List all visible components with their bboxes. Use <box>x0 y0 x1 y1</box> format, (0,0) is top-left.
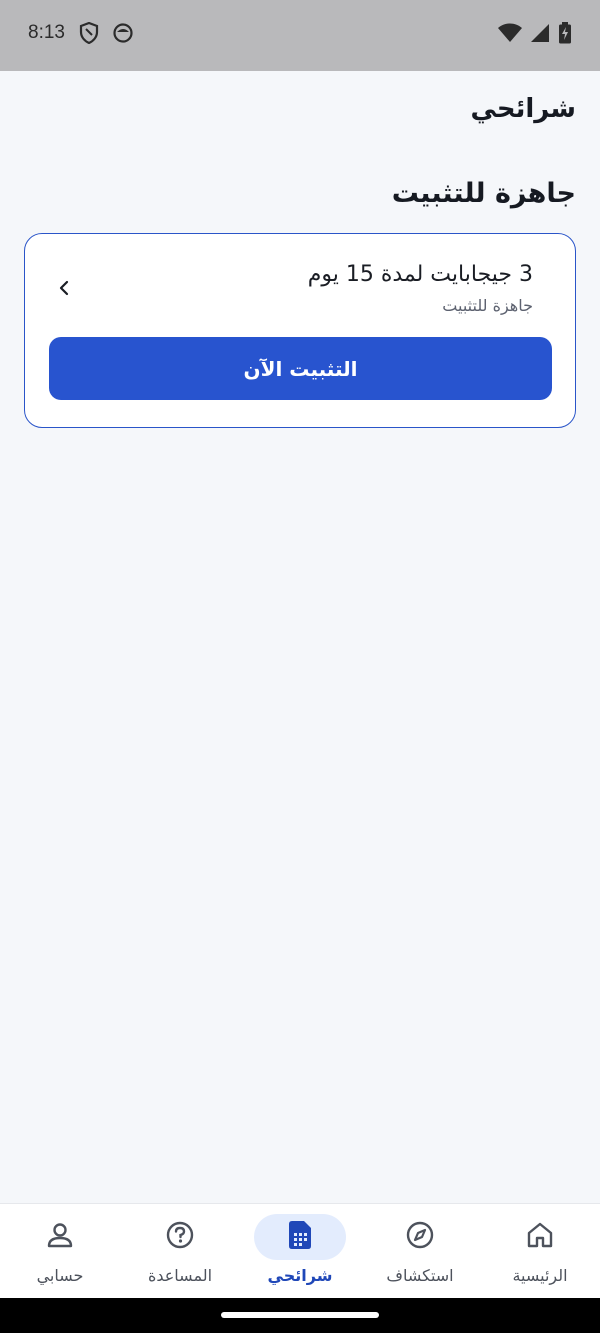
nav-label-my-esims: شرائحي <box>267 1266 333 1285</box>
esim-card[interactable]: 3 جيجابايت لمدة 15 يوم جاهزة للتثبيت الت… <box>24 233 576 428</box>
gesture-area <box>0 1298 600 1333</box>
esim-status: جاهزة للتثبيت <box>442 296 533 315</box>
screen: 8:13 شرائحي جاهزة للتثبيت 3 جيجابايت لمد… <box>0 0 600 1333</box>
nav-item-account[interactable]: حسابي <box>0 1204 120 1299</box>
status-time: 8:13 <box>28 22 65 43</box>
nav-item-my-esims[interactable]: شرائحي <box>240 1204 360 1299</box>
shield-icon <box>79 22 99 44</box>
wifi-icon <box>498 23 522 43</box>
help-icon <box>165 1220 195 1254</box>
home-icon <box>525 1220 555 1254</box>
status-bar: 8:13 <box>0 0 600 71</box>
battery-icon <box>558 22 572 44</box>
signal-icon <box>530 23 550 43</box>
bottom-nav: الرئيسية استكشاف شرائحي المساعدة حسابي <box>0 1203 600 1298</box>
nav-item-help[interactable]: المساعدة <box>120 1204 240 1299</box>
nav-label-account: حسابي <box>36 1266 84 1285</box>
nav-icon-wrap <box>14 1214 106 1260</box>
home-gesture-handle[interactable] <box>221 1312 379 1318</box>
nav-icon-wrap <box>494 1214 586 1260</box>
nav-label-explore: استكشاف <box>386 1266 454 1285</box>
nav-item-home[interactable]: الرئيسية <box>480 1204 600 1299</box>
compass-icon <box>405 1220 435 1254</box>
nav-icon-wrap-active <box>254 1214 346 1260</box>
esim-plan-name: 3 جيجابايت لمدة 15 يوم <box>307 262 533 287</box>
nav-label-home: الرئيسية <box>512 1266 568 1285</box>
status-right <box>498 22 572 44</box>
face-icon <box>113 23 133 43</box>
nav-item-explore[interactable]: استكشاف <box>360 1204 480 1299</box>
sim-card-icon <box>287 1220 313 1254</box>
user-icon <box>45 1220 75 1254</box>
page-title: شرائحي <box>470 94 576 124</box>
nav-label-help: المساعدة <box>147 1266 213 1285</box>
install-now-button[interactable]: التثبيت الآن <box>49 337 552 400</box>
chevron-left-icon[interactable] <box>53 277 75 299</box>
nav-icon-wrap <box>374 1214 466 1260</box>
section-title: جاهزة للتثبيت <box>391 178 576 209</box>
status-left: 8:13 <box>28 22 133 44</box>
nav-icon-wrap <box>134 1214 226 1260</box>
